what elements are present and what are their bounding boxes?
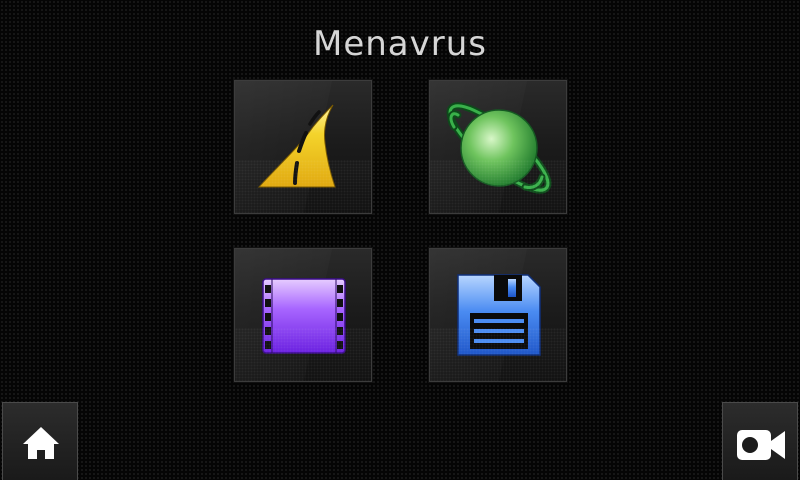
video-tile-button[interactable] — [233, 247, 373, 383]
video-camera-button[interactable] — [722, 402, 798, 480]
floppy-disk-icon — [457, 274, 541, 356]
storage-tile-button[interactable] — [428, 247, 568, 383]
road-icon — [257, 104, 336, 188]
internet-tile-button[interactable] — [428, 79, 568, 215]
page-title: Menavrus — [313, 24, 487, 64]
video-camera-icon — [737, 430, 785, 460]
planet-icon — [446, 102, 552, 194]
home-button[interactable] — [2, 402, 78, 480]
navigation-tile-button[interactable] — [233, 79, 373, 215]
film-strip-icon — [262, 278, 346, 354]
home-icon — [23, 427, 59, 459]
